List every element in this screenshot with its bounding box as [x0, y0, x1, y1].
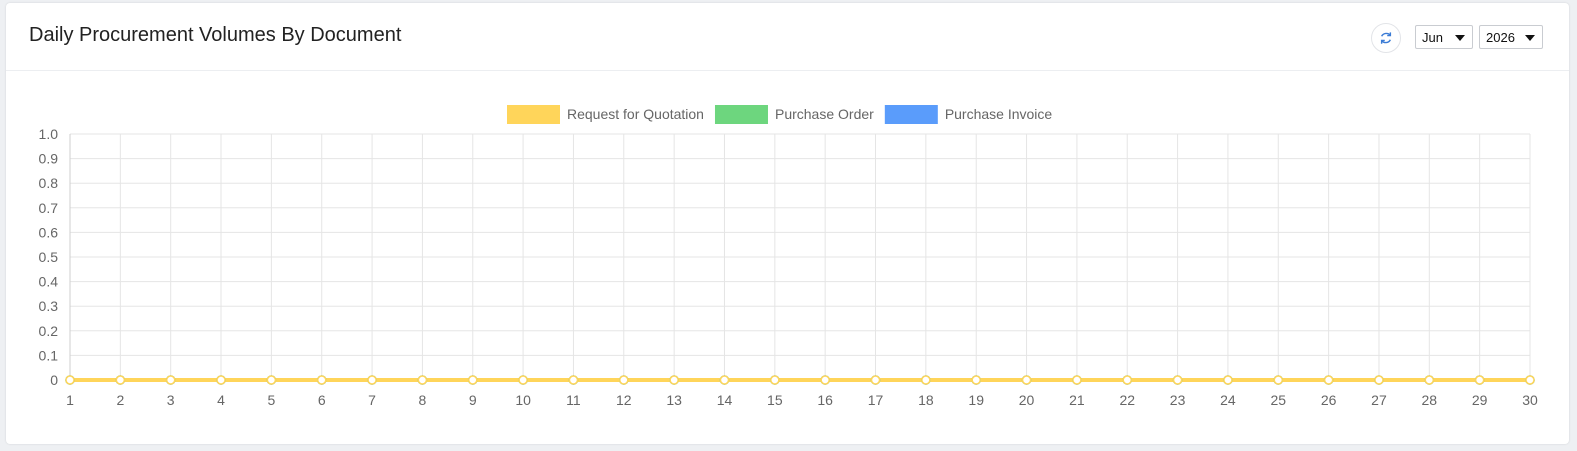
legend-swatch [884, 105, 938, 124]
x-tick-label: 14 [717, 392, 733, 408]
x-tick-label: 27 [1371, 392, 1387, 408]
x-tick-label: 10 [515, 392, 531, 408]
legend-label: Request for Quotation [567, 106, 704, 122]
x-tick-label: 22 [1119, 392, 1135, 408]
x-tick-label: 28 [1422, 392, 1438, 408]
x-tick-label: 20 [1019, 392, 1035, 408]
x-tick-label: 12 [616, 392, 632, 408]
y-tick-label: 0.5 [39, 249, 59, 265]
x-tick-label: 1 [66, 392, 74, 408]
legend-label: Purchase Invoice [945, 106, 1053, 122]
data-point [417, 375, 428, 385]
y-tick-label: 0.8 [39, 175, 59, 191]
chart-series [65, 375, 1535, 385]
data-point [1424, 375, 1435, 385]
data-point [719, 375, 730, 385]
line-chart: Request for Quotation Purchase Order Purch… [39, 105, 1538, 408]
x-tick-label: 24 [1220, 392, 1236, 408]
y-tick-label: 0.7 [39, 200, 59, 216]
data-point [316, 375, 327, 385]
y-tick-label: 0.1 [39, 347, 59, 363]
data-point [468, 375, 478, 385]
y-tick-label: 0.3 [39, 298, 59, 314]
chart-grid [69, 133, 1531, 385]
data-point [1172, 375, 1183, 385]
y-tick-label: 0.4 [39, 274, 59, 290]
x-tick-label: 18 [918, 392, 934, 408]
y-tick-label: 1.0 [39, 126, 59, 142]
data-point [1122, 375, 1132, 385]
x-tick-label: 19 [968, 392, 984, 408]
x-tick-label: 15 [767, 392, 783, 408]
x-tick-label: 4 [217, 392, 225, 408]
x-tick-label: 5 [267, 392, 275, 408]
data-point [266, 375, 277, 385]
data-point [1072, 375, 1082, 385]
x-tick-label: 25 [1270, 392, 1286, 408]
data-point [1474, 375, 1485, 385]
x-tick-label: 30 [1522, 392, 1538, 408]
data-point [518, 375, 528, 385]
x-tick-label: 29 [1472, 392, 1488, 408]
legend-swatch [507, 105, 560, 124]
data-point [1323, 375, 1334, 385]
data-point [820, 375, 830, 385]
x-tick-label: 13 [666, 392, 682, 408]
data-point [1021, 375, 1032, 385]
x-tick-label: 6 [318, 392, 326, 408]
legend-swatch [714, 105, 768, 124]
y-tick-label: 0.6 [39, 224, 59, 240]
legend-label: Purchase Order [775, 106, 874, 122]
x-tick-label: 8 [419, 392, 427, 408]
data-point [115, 375, 126, 385]
x-axis: 1 2 3 4 5 6 7 8 9 10 11 12 13 14 15 16 17 18 19 20 21 22 23 24 2… [66, 392, 1538, 408]
y-axis: 0 0.1 0.2 0.3 0.4 0.5 0.6 0.7 0.8 0.9 1.0 [39, 126, 59, 388]
chart-legend: Request for Quotation Purchase Order Purch… [507, 105, 1052, 124]
data-point [770, 375, 780, 385]
x-tick-label: 23 [1170, 392, 1186, 408]
x-tick-label: 16 [817, 392, 833, 408]
data-point [165, 375, 176, 385]
x-tick-label: 9 [469, 392, 477, 408]
data-point [921, 375, 931, 385]
y-tick-label: 0 [50, 372, 58, 388]
x-tick-label: 2 [116, 392, 124, 408]
data-point [619, 375, 629, 385]
data-point [669, 375, 679, 385]
chart-card: Daily Procurement Volumes By Document Ju… [6, 3, 1569, 444]
x-tick-label: 3 [167, 392, 175, 408]
data-point [870, 375, 881, 385]
data-point [65, 375, 75, 385]
data-point [971, 375, 981, 385]
data-point [1525, 375, 1535, 385]
x-tick-label: 11 [566, 392, 581, 408]
data-point [216, 375, 226, 385]
x-tick-label: 21 [1069, 392, 1085, 408]
data-point [367, 375, 377, 385]
data-point [1223, 375, 1233, 385]
x-tick-label: 7 [368, 392, 376, 408]
data-point [568, 375, 579, 385]
x-tick-label: 26 [1321, 392, 1337, 408]
data-point [1374, 375, 1384, 385]
x-tick-label: 17 [868, 392, 884, 408]
y-tick-label: 0.2 [39, 323, 59, 339]
data-point [1273, 375, 1284, 385]
y-tick-label: 0.9 [39, 151, 59, 167]
